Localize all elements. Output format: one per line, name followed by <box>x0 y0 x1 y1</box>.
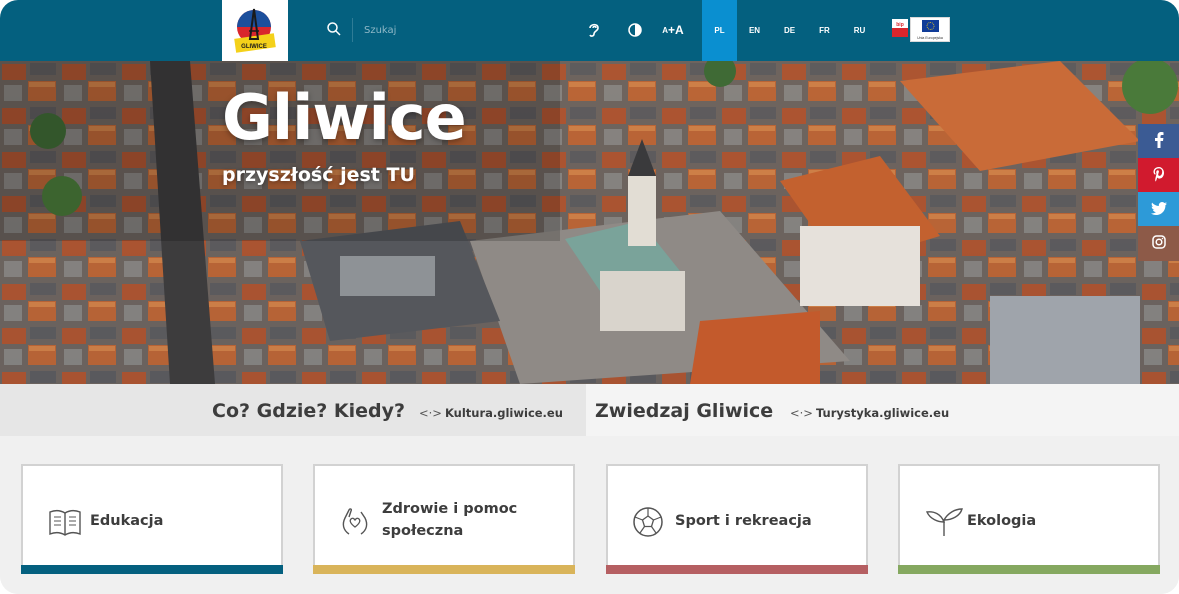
category-card-sport[interactable]: Sport i rekreacja <box>606 464 868 574</box>
category-card-ecology[interactable]: Ekologia <box>898 464 1160 574</box>
hearing-ear-icon[interactable] <box>585 20 603 40</box>
search-input[interactable] <box>358 18 558 42</box>
category-label: Sport i rekreacja <box>675 513 812 529</box>
facebook-icon <box>1154 131 1164 152</box>
culture-link-label: Kultura.gliwice.eu <box>444 406 563 420</box>
culture-heading: Co? Gdzie? Kiedy? <box>212 400 406 422</box>
lang-de[interactable]: DE <box>772 0 807 61</box>
tourism-link-label: Turystyka.gliwice.eu <box>815 406 950 420</box>
pinterest-button[interactable] <box>1138 158 1179 193</box>
hero-subtitle: przyszłość jest TU <box>222 164 415 186</box>
bip-badge[interactable]: bip <box>892 19 908 37</box>
link-arrow-icon: <·> <box>790 406 813 420</box>
page-frame: GLIWICE A +A PL EN DE FR RU bip <box>0 0 1179 594</box>
tourism-link[interactable]: <·> Turystyka.gliwice.eu <box>790 406 949 420</box>
lang-fr[interactable]: FR <box>807 0 842 61</box>
twitter-icon <box>1150 200 1167 219</box>
gliwice-logo[interactable]: GLIWICE <box>222 0 288 61</box>
category-label: Ekologia <box>967 513 1037 529</box>
category-stripe <box>313 565 575 574</box>
category-label: Edukacja <box>90 513 164 529</box>
logo-text: GLIWICE <box>241 44 267 50</box>
sprout-icon <box>924 504 963 540</box>
instagram-button[interactable] <box>1138 226 1179 261</box>
eu-caption: Unia Europejska <box>917 36 943 40</box>
font-big-label: +A <box>668 23 684 37</box>
category-stripe <box>606 565 868 574</box>
category-stripe <box>21 565 283 574</box>
eu-flag-badge[interactable]: Unia Europejska <box>910 17 950 42</box>
contrast-icon[interactable] <box>626 20 644 40</box>
category-card-health[interactable]: Zdrowie i pomoc społeczna <box>313 464 575 574</box>
lang-pl[interactable]: PL <box>702 0 737 61</box>
pinterest-icon <box>1152 166 1166 186</box>
category-card-education[interactable]: Edukacja <box>21 464 283 574</box>
lang-ru[interactable]: RU <box>842 0 877 61</box>
book-icon <box>47 504 83 540</box>
facebook-button[interactable] <box>1138 124 1179 159</box>
instagram-icon <box>1151 234 1166 253</box>
hero-banner: Gliwice przyszłość jest TU <box>0 61 1179 384</box>
twitter-button[interactable] <box>1138 192 1179 227</box>
city-aerial-photo <box>0 61 1179 384</box>
link-arrow-icon: <·> <box>419 406 442 420</box>
category-stripe <box>898 565 1160 574</box>
category-label-line1: Zdrowie i pomoc <box>382 501 518 517</box>
culture-link[interactable]: <·> Kultura.gliwice.eu <box>419 406 563 420</box>
font-size-icon[interactable]: A +A <box>658 20 688 40</box>
hands-heart-icon <box>337 504 373 540</box>
top-bar: GLIWICE A +A PL EN DE FR RU bip <box>0 0 1179 61</box>
tourism-heading: Zwiedzaj Gliwice <box>595 400 774 422</box>
search-divider <box>352 18 353 42</box>
soccer-ball-icon <box>630 504 666 540</box>
search-icon[interactable] <box>326 21 342 37</box>
bip-label: bip <box>896 22 904 28</box>
category-label-line2: społeczna <box>382 523 464 539</box>
lang-en[interactable]: EN <box>737 0 772 61</box>
hero-title: Gliwice <box>222 81 467 154</box>
